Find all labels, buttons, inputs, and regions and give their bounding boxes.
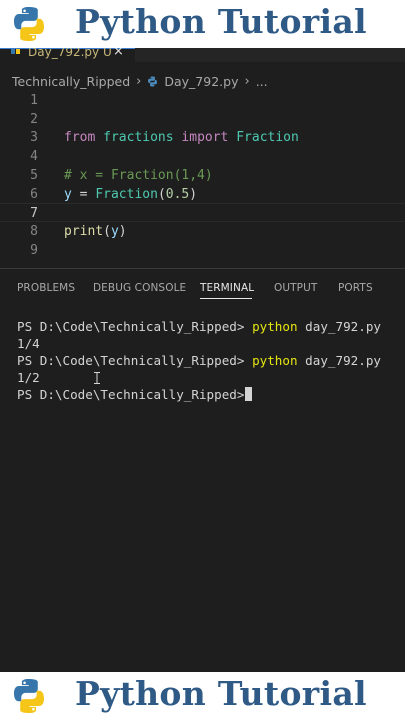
banner-title: Python Tutorial xyxy=(75,674,367,713)
text-cursor-icon xyxy=(94,372,100,384)
line-number: 3 xyxy=(30,130,38,146)
terminal-line: PS D:\Code\Technically_Ripped> python da… xyxy=(17,318,402,335)
code-text: from fractions import Fraction xyxy=(64,130,299,145)
class-name: Fraction xyxy=(95,186,158,202)
editor-tab-strip: Day_792.py U × xyxy=(0,48,405,62)
terminal-line: PS D:\Code\Technically_Ripped> python da… xyxy=(17,352,402,369)
tab-output[interactable]: OUTPUT xyxy=(274,282,317,294)
line-number: 8 xyxy=(30,223,38,239)
panel-divider xyxy=(0,268,405,269)
terminal-prompt: PS D:\Code\Technically_Ripped> xyxy=(17,353,245,368)
code-line: 2 xyxy=(0,110,405,129)
code-text: y = Fraction(0.5) xyxy=(64,187,197,202)
code-line: 9 xyxy=(0,241,405,260)
tab-day-792[interactable]: Day_792.py U × xyxy=(0,48,135,62)
close-icon[interactable]: × xyxy=(113,48,124,59)
terminal-arg: day_792.py xyxy=(305,353,381,368)
line-number: 2 xyxy=(30,111,38,127)
chevron-right-icon: › xyxy=(136,73,142,89)
terminal-line: 1/2 xyxy=(17,370,40,385)
panel-tab-bar: PROBLEMS DEBUG CONSOLE TERMINAL OUTPUT P… xyxy=(0,270,405,304)
code-line: 3 from fractions import Fraction xyxy=(0,128,405,147)
module-name: fractions xyxy=(103,130,174,146)
python-logo-icon xyxy=(14,7,44,41)
breadcrumb-folder[interactable]: Technically_Ripped xyxy=(12,74,130,89)
operator: = xyxy=(79,186,88,202)
code-line: 4 xyxy=(0,147,405,166)
variable: y xyxy=(110,223,119,239)
python-logo-icon xyxy=(14,679,44,713)
terminal-line: 1/4 xyxy=(17,336,40,351)
python-file-icon xyxy=(148,76,158,86)
terminal-prompt: PS D:\Code\Technically_Ripped> xyxy=(17,319,245,334)
terminal-arg: day_792.py xyxy=(305,319,381,334)
terminal-cursor xyxy=(245,387,253,401)
keyword: import xyxy=(181,130,229,146)
tab-label: Day_792.py U xyxy=(28,48,112,59)
paren: ( xyxy=(157,186,166,202)
top-banner: Python Tutorial xyxy=(0,0,405,48)
paren: ( xyxy=(103,223,111,239)
number: 0.5 xyxy=(165,186,190,202)
tab-debug-console[interactable]: DEBUG CONSOLE xyxy=(93,282,186,294)
code-line: 5 # x = Fraction(1,4) xyxy=(0,166,405,185)
terminal-command: python xyxy=(252,353,298,368)
function-name: print xyxy=(64,223,104,239)
paren: ) xyxy=(189,186,198,202)
code-text: print(y) xyxy=(64,224,127,239)
class-name: Fraction xyxy=(236,130,299,146)
python-file-icon xyxy=(11,49,20,54)
code-editor[interactable]: 1 2 3 from fractions import Fraction 4 5… xyxy=(0,91,405,261)
line-number: 7 xyxy=(30,206,38,222)
breadcrumb-file[interactable]: Day_792.py xyxy=(164,74,238,89)
tab-ports[interactable]: PORTS xyxy=(338,282,373,294)
variable: y xyxy=(64,186,72,202)
chevron-right-icon: › xyxy=(244,73,250,89)
code-line-current: 7 xyxy=(0,203,405,222)
breadcrumb: Technically_Ripped › Day_792.py › ... xyxy=(12,70,268,92)
tab-problems[interactable]: PROBLEMS xyxy=(17,282,75,294)
banner-title: Python Tutorial xyxy=(75,2,367,41)
terminal-command: python xyxy=(252,319,298,334)
line-number: 4 xyxy=(30,149,38,165)
terminal-line: PS D:\Code\Technically_Ripped> xyxy=(17,386,402,403)
active-tab-indicator xyxy=(200,298,252,299)
line-number: 1 xyxy=(30,93,38,108)
code-line: 6 y = Fraction(0.5) xyxy=(0,185,405,204)
terminal-prompt: PS D:\Code\Technically_Ripped> xyxy=(17,387,245,402)
code-comment: # x = Fraction(1,4) xyxy=(64,167,213,183)
terminal-output[interactable]: PS D:\Code\Technically_Ripped> python da… xyxy=(17,318,402,403)
code-line: 1 xyxy=(0,91,405,110)
paren: ) xyxy=(118,223,127,239)
bottom-banner: Python Tutorial xyxy=(0,672,405,720)
breadcrumb-more[interactable]: ... xyxy=(256,74,268,89)
line-number: 5 xyxy=(30,167,38,183)
code-line: 8 print(y) xyxy=(0,222,405,241)
tab-terminal[interactable]: TERMINAL xyxy=(200,282,254,294)
line-number: 6 xyxy=(30,186,38,202)
keyword: from xyxy=(64,130,96,146)
line-number: 9 xyxy=(30,242,38,258)
